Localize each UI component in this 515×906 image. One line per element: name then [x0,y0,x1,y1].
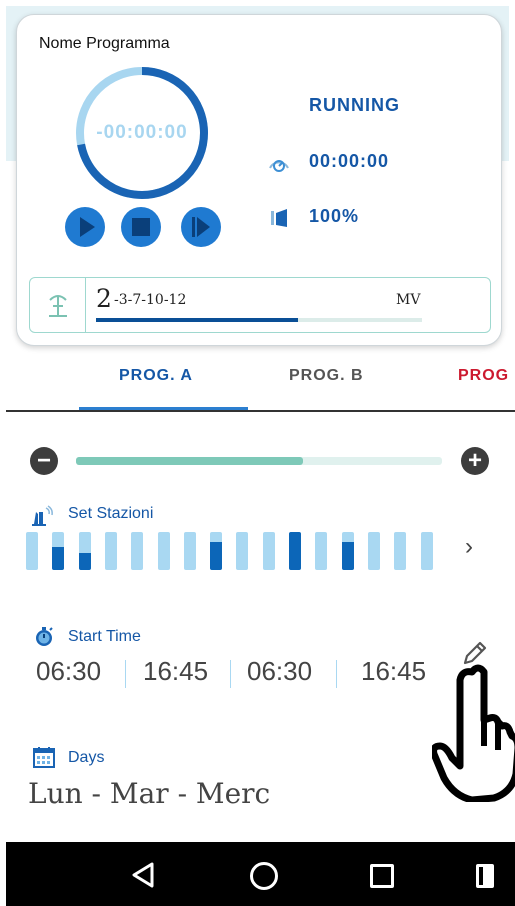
adjust-slider[interactable] [76,457,442,465]
station-bar-10[interactable] [263,532,275,570]
current-station-number: 2 [96,284,112,313]
station-icon-cell [30,278,86,332]
tab-prog-c[interactable]: PROG [458,367,509,385]
play-icon [79,217,95,237]
station-bar-fill [342,541,354,570]
gauge-icon [269,160,289,172]
active-station-panel: 2 -3-7-10-12 MV [29,277,491,333]
start-time-3[interactable]: 06:30 [247,656,312,687]
recent-apps-icon[interactable] [370,864,394,888]
skip-next-icon [192,217,210,237]
start-time-label: Start Time [68,628,141,645]
time-separator [125,660,126,688]
station-bar-9[interactable] [236,532,248,570]
station-bar-11[interactable] [289,532,301,570]
station-bar-7[interactable] [184,532,196,570]
station-bar-13[interactable] [342,532,354,570]
tab-divider [6,410,515,412]
program-status-card: Nome Programma -00:00:00 RUNNING 00:00:0… [16,14,502,346]
sprinkler-icon [48,295,67,317]
stop-icon [132,218,150,236]
skip-next-button[interactable] [181,207,221,247]
decrease-button[interactable]: − [30,447,58,475]
station-bar-8[interactable] [210,532,222,570]
time-separator [230,660,231,688]
start-time-4[interactable]: 16:45 [361,656,426,687]
station-bar-1[interactable] [26,532,38,570]
plus-icon: + [467,447,482,474]
chevron-right-icon[interactable]: › [465,533,473,561]
station-bar-fill [52,547,64,570]
back-icon[interactable] [130,862,156,888]
water-valve-icon [271,209,287,227]
station-bar-fill [79,552,91,570]
days-label: Days [68,749,105,766]
station-bar-15[interactable] [394,532,406,570]
countdown-text: -00:00:00 [96,122,188,143]
stop-button[interactable] [121,207,161,247]
station-bar-6[interactable] [158,532,170,570]
station-bar-2[interactable] [52,532,64,570]
slider-fill [76,457,303,465]
home-icon[interactable] [250,862,278,890]
water-percentage: 100% [309,206,360,226]
play-button[interactable] [65,207,105,247]
tab-prog-b[interactable]: PROG. B [289,367,364,385]
station-progress-fill [96,318,299,322]
split-screen-icon[interactable] [476,864,494,888]
master-valve-label: MV [396,292,421,308]
android-navigation-bar [6,842,515,906]
station-bar-14[interactable] [368,532,380,570]
station-bar-16[interactable] [421,532,433,570]
status-label: RUNNING [309,95,400,115]
selected-days[interactable]: Lun - Mar - Merc [28,777,270,810]
time-separator [336,660,337,688]
pointing-hand-icon [432,664,515,802]
station-bar-12[interactable] [315,532,327,570]
station-progress-track [96,318,422,322]
station-bar-fill [289,532,301,570]
minus-icon: − [36,447,51,474]
station-bar-4[interactable] [105,532,117,570]
elapsed-time: 00:00:00 [309,151,390,171]
set-stations-label: Set Stazioni [68,505,154,522]
station-bar-fill [210,541,222,570]
program-name: Nome Programma [39,35,170,52]
increase-button[interactable]: + [461,447,489,475]
start-time-2[interactable]: 16:45 [143,656,208,687]
station-bar-3[interactable] [79,532,91,570]
station-bar-5[interactable] [131,532,143,570]
calendar-icon [33,747,55,768]
tab-prog-a[interactable]: PROG. A [119,367,193,385]
station-sequence: -3-7-10-12 [114,292,187,308]
stations-icon [32,505,53,526]
start-time-1[interactable]: 06:30 [36,656,101,687]
stopwatch-icon [36,627,53,646]
